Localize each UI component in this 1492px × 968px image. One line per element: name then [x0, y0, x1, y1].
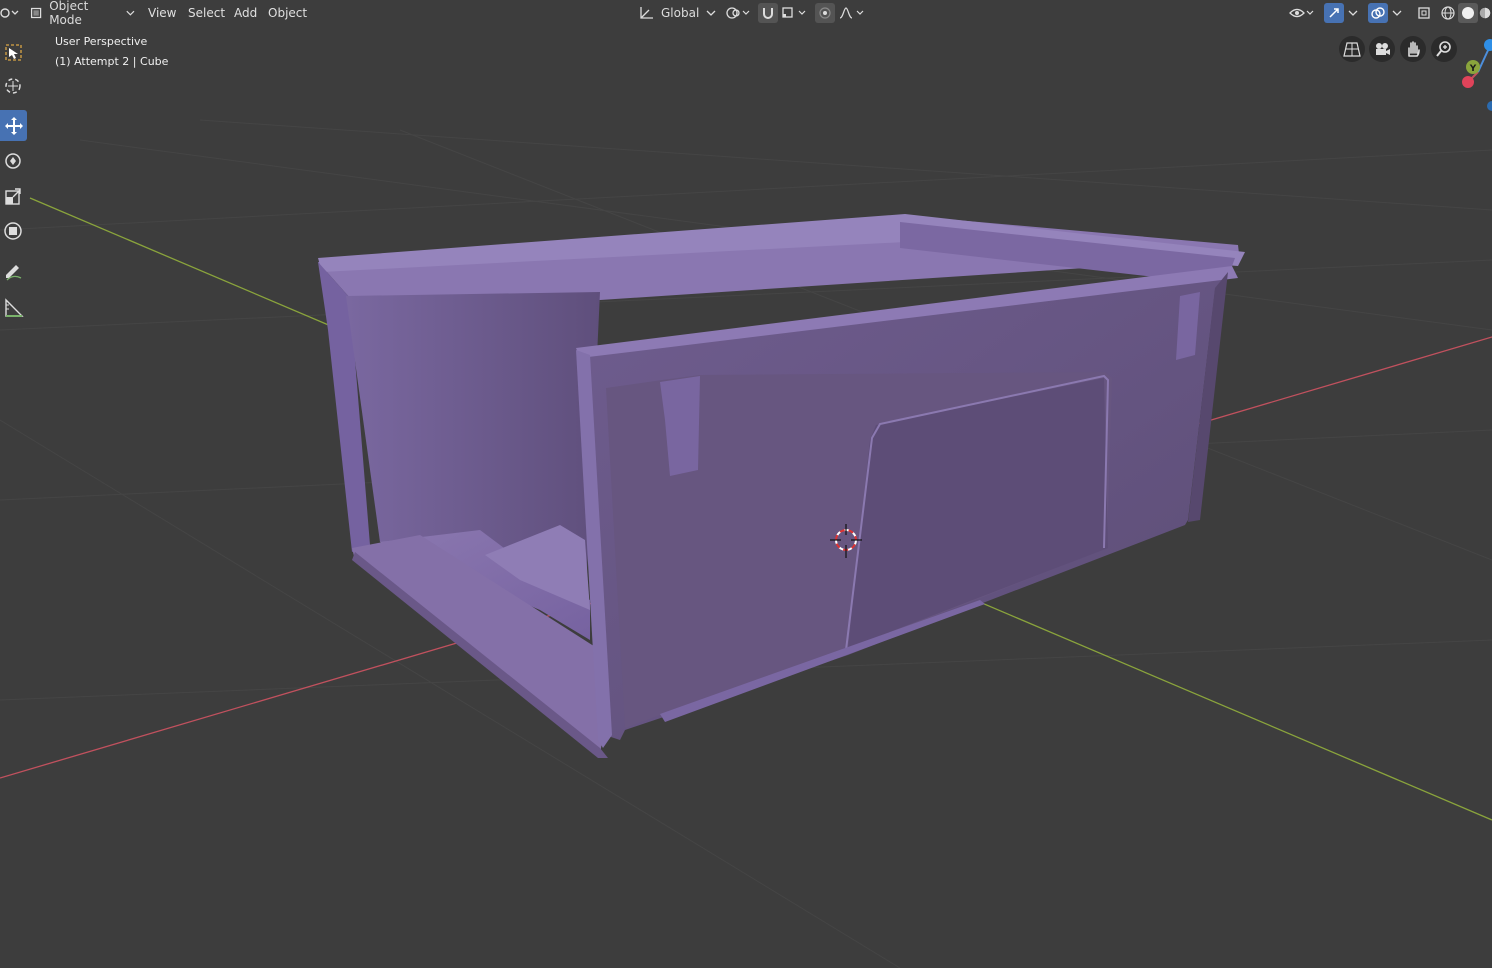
eye-icon — [1289, 8, 1314, 18]
editor-type-icon — [0, 8, 19, 18]
menu-select[interactable]: Select — [186, 4, 227, 22]
annotate-tool[interactable] — [0, 255, 27, 286]
move-tool[interactable] — [0, 110, 27, 141]
chevron-down-icon — [1348, 10, 1358, 16]
viewport-header: Object Mode View Select Add Object Globa… — [0, 0, 1492, 27]
snap-increment-icon — [782, 7, 806, 18]
cursor-tool[interactable] — [0, 70, 27, 101]
transform-icon — [3, 221, 22, 240]
gizmo-y-label: Y — [1469, 64, 1477, 74]
overlays-dropdown[interactable] — [1388, 3, 1406, 23]
falloff-curve-icon — [839, 7, 864, 19]
rotate-icon — [4, 152, 21, 169]
mode-dropdown[interactable]: Object Mode — [28, 0, 136, 27]
camera-view-button[interactable] — [1369, 36, 1395, 62]
solid-sphere-icon — [1462, 7, 1474, 19]
scale-icon — [4, 187, 21, 205]
ruler-icon — [4, 297, 24, 317]
cursor-icon — [4, 77, 21, 94]
gizmo-toggle[interactable] — [1324, 3, 1344, 23]
navigation-gizmo[interactable]: Y — [1462, 39, 1492, 111]
camera-icon — [1376, 43, 1390, 55]
scale-tool[interactable] — [0, 180, 27, 211]
xray-icon — [1418, 7, 1430, 19]
overlays-toggle[interactable] — [1368, 3, 1388, 23]
magnet-icon — [763, 8, 773, 19]
wireframe-shading-button[interactable] — [1438, 3, 1458, 23]
menu-object[interactable]: Object — [266, 4, 309, 22]
transform-orientation-dropdown[interactable]: Global — [638, 3, 718, 23]
snap-target-dropdown[interactable] — [780, 3, 810, 23]
move-icon — [4, 116, 23, 135]
zoom-view-button[interactable] — [1431, 36, 1457, 62]
gizmo-negz-circle[interactable] — [1487, 101, 1492, 111]
falloff-dropdown[interactable] — [838, 3, 868, 23]
mode-label: Object Mode — [49, 0, 89, 27]
select-box-icon — [4, 43, 22, 61]
zoom-icon — [1436, 41, 1451, 57]
xray-toggle[interactable] — [1414, 3, 1434, 23]
visibility-dropdown[interactable] — [1288, 3, 1318, 23]
orientation-label: Global — [661, 6, 700, 20]
toggle-ortho-button[interactable] — [1339, 36, 1365, 62]
snap-toggle[interactable] — [758, 3, 778, 23]
active-object-info: (1) Attempt 2 | Cube — [55, 55, 169, 68]
pivot-point-dropdown[interactable] — [724, 3, 754, 23]
proportional-edit-icon — [819, 7, 831, 19]
menu-add[interactable]: Add — [232, 4, 259, 22]
material-shading-button[interactable] — [1478, 3, 1492, 23]
material-sphere-icon — [1479, 7, 1491, 19]
measure-tool[interactable] — [0, 292, 27, 323]
object-mode-icon — [30, 7, 42, 19]
select-box-tool[interactable] — [0, 37, 27, 68]
gizmo-x-circle[interactable] — [1462, 76, 1474, 88]
rotate-tool[interactable] — [0, 145, 27, 176]
chevron-down-icon — [1392, 10, 1402, 16]
gizmo-icon — [1329, 8, 1339, 18]
proportional-editing-toggle[interactable] — [815, 3, 835, 23]
3d-viewport[interactable]: Y — [0, 0, 1492, 968]
gizmo-dropdown[interactable] — [1344, 3, 1362, 23]
pan-view-button[interactable] — [1400, 36, 1426, 62]
chevron-down-icon — [706, 10, 716, 16]
wireframe-sphere-icon — [1441, 6, 1455, 20]
grid-perspective-icon — [1343, 42, 1361, 57]
menu-view[interactable]: View — [146, 4, 178, 22]
cube-mesh[interactable] — [318, 214, 1245, 758]
editor-type-dropdown[interactable] — [0, 3, 20, 23]
solid-shading-button[interactable] — [1458, 3, 1478, 23]
transform-tool[interactable] — [0, 215, 27, 246]
chevron-down-icon — [126, 10, 135, 16]
orientation-icon — [640, 7, 653, 19]
pivot-icon — [726, 7, 750, 19]
gizmo-z-circle[interactable] — [1484, 39, 1492, 51]
overlays-icon — [1371, 7, 1385, 19]
pencil-icon — [5, 264, 21, 280]
view-perspective-label: User Perspective — [55, 35, 148, 48]
hand-icon — [1408, 41, 1420, 57]
